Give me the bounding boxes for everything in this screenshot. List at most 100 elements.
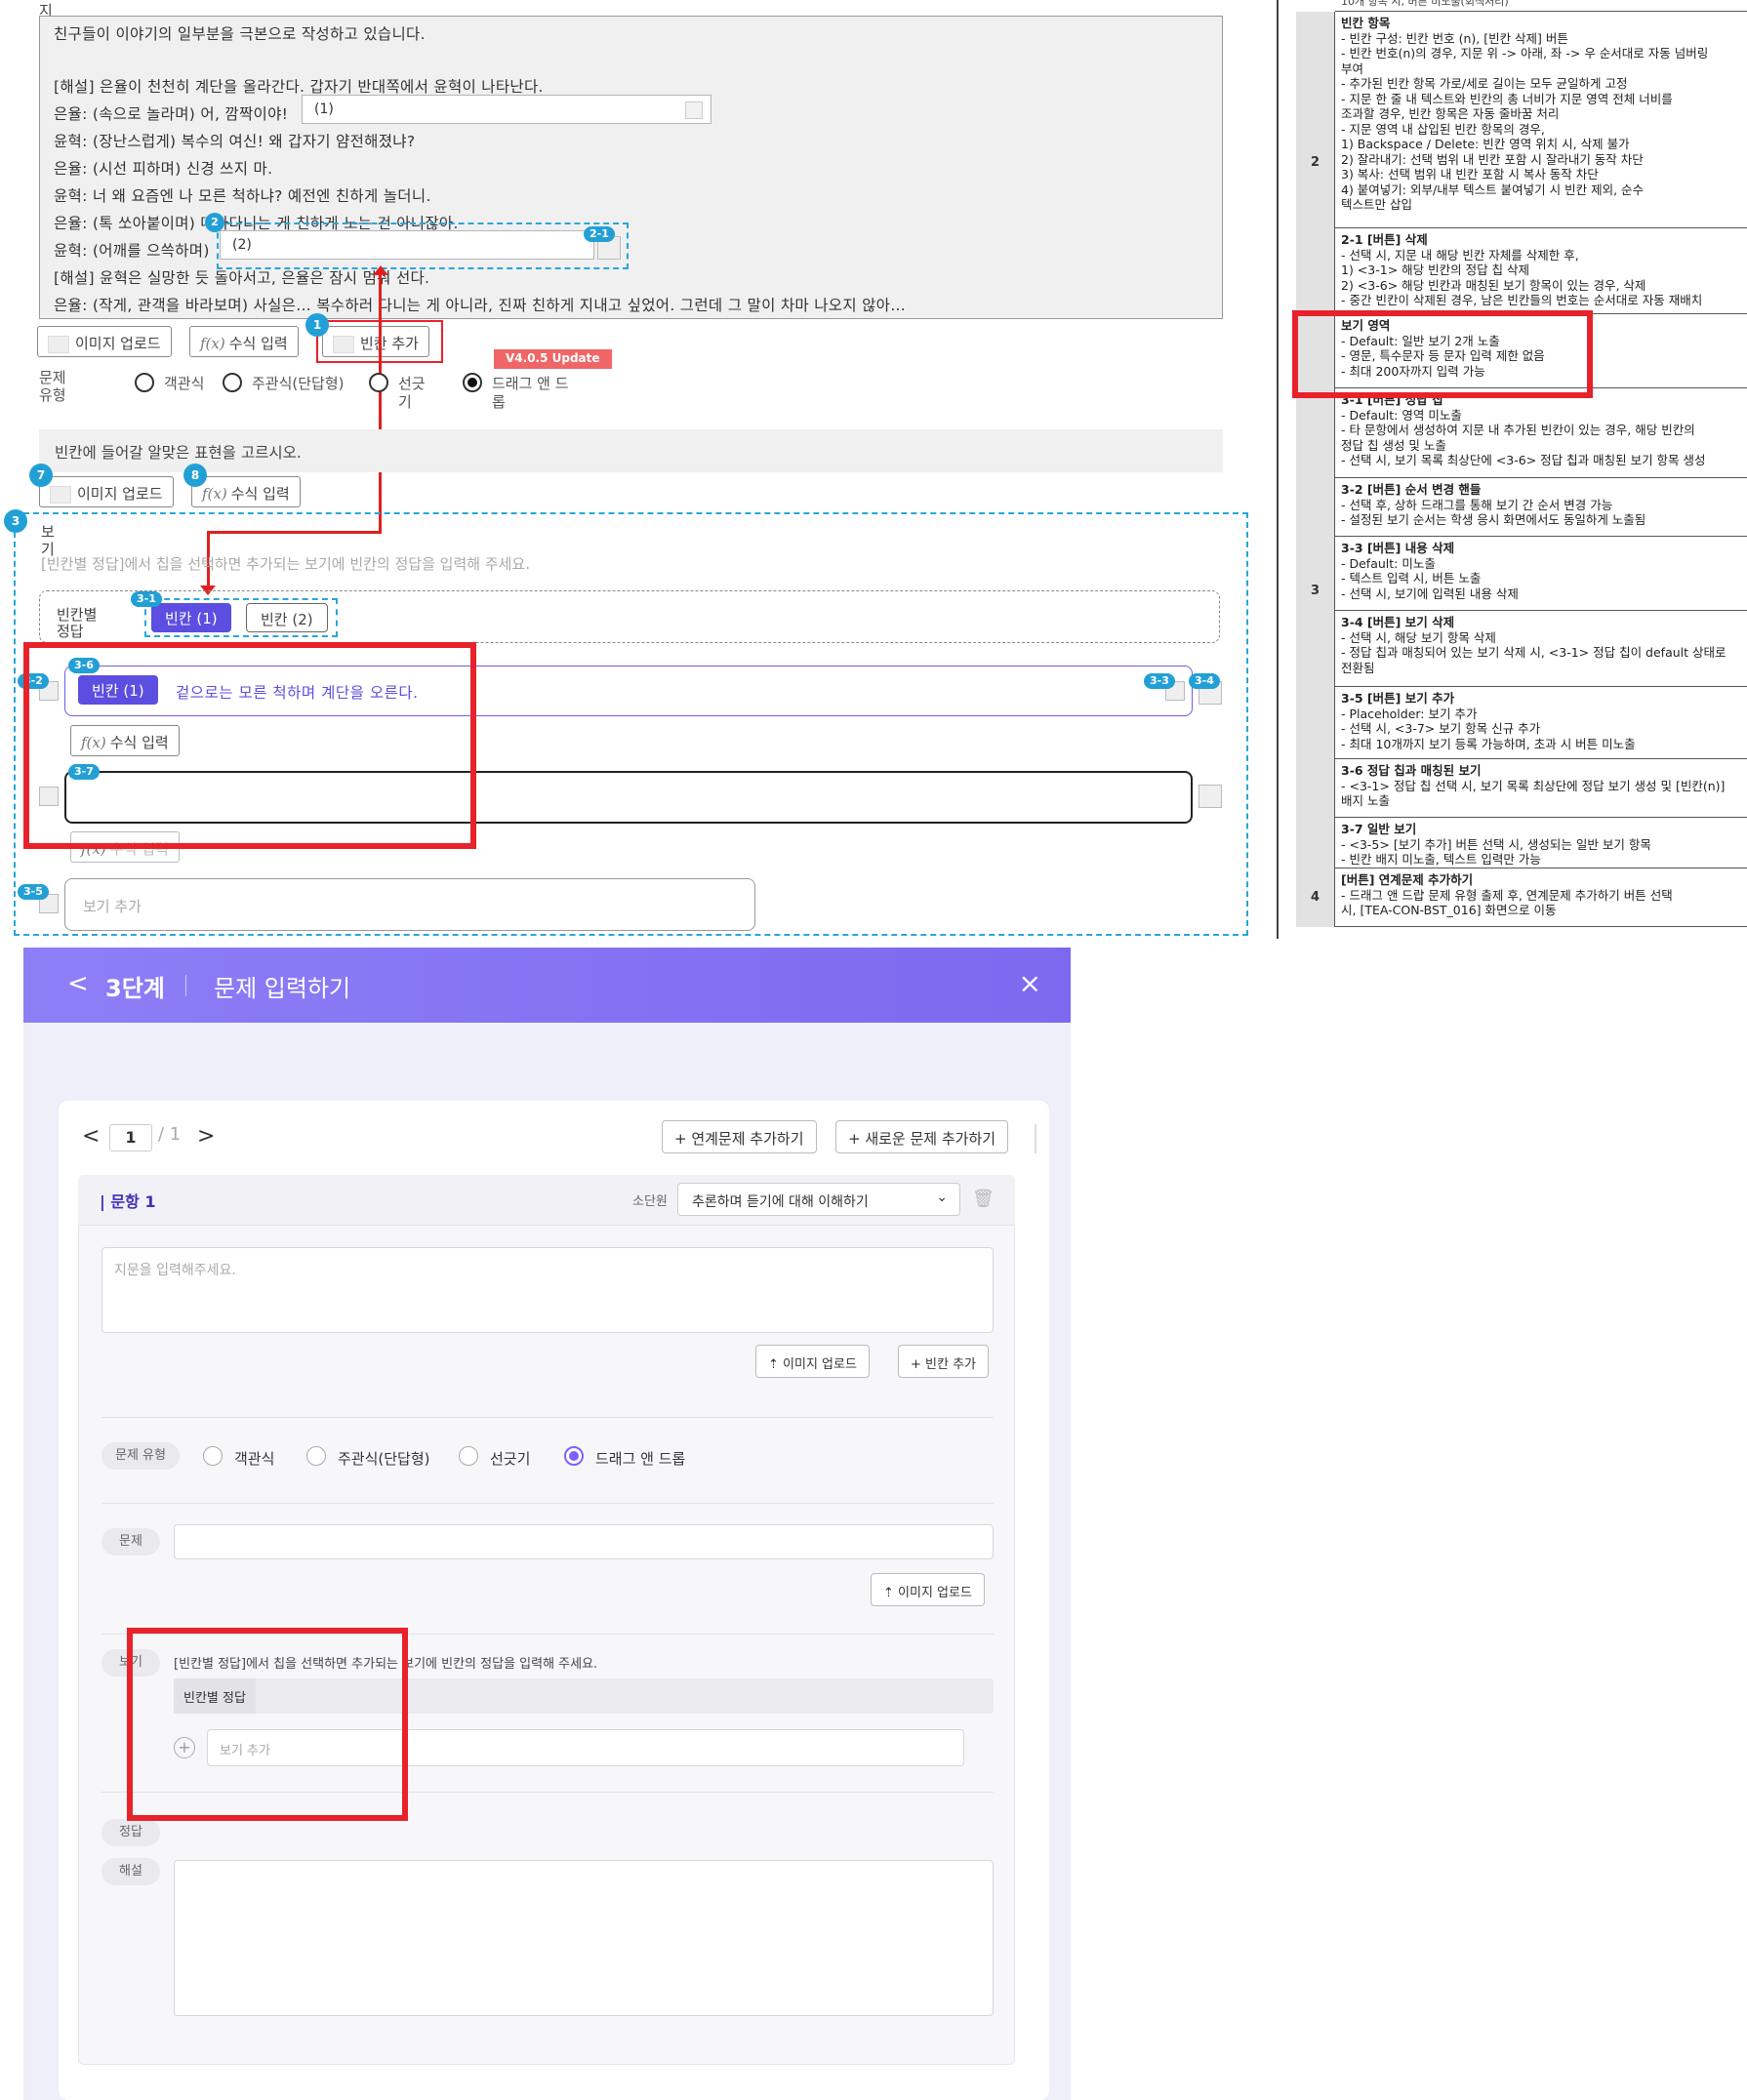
answer-chip-2[interactable]: 빈칸 (2) [246, 603, 328, 632]
answer-label: 정답 [102, 1819, 160, 1846]
formula-input-button[interactable]: f(x) 수식 입력 [191, 476, 301, 507]
scrollbar[interactable] [1035, 1124, 1036, 1153]
image-upload-button[interactable]: ⇡ 이미지 업로드 [755, 1345, 870, 1378]
annotation-badge: 8 [183, 464, 207, 487]
divider [102, 1417, 994, 1418]
qtype-option-label: 객관식 [164, 375, 205, 392]
per-blank-answer-label: 빈칸별 정답 [57, 606, 98, 640]
formula-icon: f(x) [200, 335, 225, 352]
image-icon [50, 485, 71, 504]
annotation-badge: 1 [305, 313, 329, 337]
sub-unit-label: 소단원 [632, 1194, 668, 1209]
passage-line: 윤혁: (어깨를 으쓱하며) [54, 242, 210, 260]
trash-icon[interactable]: 🗑 [972, 1189, 995, 1209]
annotation-badge: 3 [4, 509, 27, 533]
spec-cell-clear-content: 3-3 [버튼] 내용 삭제 - Default: 미노출 - 텍스트 입력 시… [1335, 537, 1747, 611]
question-input[interactable] [174, 1524, 994, 1559]
spec-row-number: 4 [1296, 868, 1335, 927]
spec-cell-delete-choice: 3-4 [버튼] 보기 삭제 - 선택 시, 해당 보기 항목 삭제 - 정답 … [1335, 611, 1747, 687]
spec-cell-add-linked: [버튼] 연계문제 추가하기 - 드래그 앤 드랍 문제 유형 출제 후, 연계… [1335, 868, 1747, 927]
passage-line: 은율: (시선 피하며) 신경 쓰지 마. [54, 160, 273, 178]
blank-item-1[interactable]: (1) [302, 95, 711, 124]
pager-prev-button[interactable]: < [82, 1124, 100, 1149]
qtype-option-label: 드래그 앤 드롭 [595, 1450, 686, 1468]
add-linked-question-button[interactable]: + 연계문제 추가하기 [662, 1120, 817, 1153]
back-button[interactable]: < [67, 969, 89, 998]
answer-chip-1[interactable]: 빈칸 (1) [151, 603, 231, 632]
question-text[interactable]: 빈칸에 들어갈 알맞은 표현을 고르시오. [39, 429, 1223, 472]
annotation-badge: 2-1 [584, 226, 615, 242]
passage-area[interactable]: 친구들이 이야기의 일부분을 극본으로 작성하고 있습니다. [해설] 은율이 … [39, 16, 1223, 319]
passage-line: 친구들이 이야기의 일부분을 극본으로 작성하고 있습니다. [54, 25, 426, 43]
divider [102, 1503, 994, 1504]
question-label: 문제 [102, 1528, 160, 1555]
qtype-radio-drag-drop[interactable] [564, 1446, 584, 1466]
annotation-badge: 3-4 [1189, 673, 1220, 689]
chevron-down-icon: ⌄ [936, 1190, 948, 1205]
qtype-option-label: 주관식(단답형) [252, 375, 345, 392]
annotation-badge: 3-3 [1144, 673, 1175, 689]
spec-cell-general-choice: 3-7 일반 보기 - <3-5> [보기 추가] 버튼 선택 시, 생성되는 … [1335, 818, 1747, 868]
page-title: 문제 입력하기 [214, 975, 351, 1002]
spec-cell-matched-choice: 3-6 정답 칩과 매칭된 보기 - <3-1> 정답 칩 선택 시, 보기 목… [1335, 759, 1747, 818]
qtype-option-label: 선긋기 [490, 1450, 531, 1468]
qtype-radio-short[interactable] [306, 1446, 326, 1466]
formula-input-button[interactable]: f(x) 수식 입력 [189, 326, 299, 357]
spec-cell-answer-chip: 3-1 [버튼] 정답 칩 - Default: 영역 미노출 - 타 문항에서… [1335, 388, 1747, 478]
qtype-option-label: 주관식(단답형) [338, 1450, 430, 1468]
add-choice-input[interactable]: 보기 추가 [64, 878, 755, 931]
sub-unit-select[interactable]: 추론하며 듣기에 대해 이해하기 ⌄ [677, 1183, 960, 1216]
spec-cell-blank-items: 빈칸 항목 - 빈칸 구성: 빈칸 번호 (n), [빈칸 삭제] 버튼 - 빈… [1335, 12, 1747, 228]
qtype-option-label: 드래그 앤 드롭 [492, 375, 569, 411]
qtype-radio-line[interactable] [369, 373, 388, 392]
connector-line [379, 271, 382, 533]
choice-hint: [빈칸별 정답]에서 칩을 선택하면 추가되는 보기에 빈칸의 정답을 입력해 … [41, 555, 530, 573]
passage-line: [해설] 은율이 천천히 계단을 올라간다. 갑자기 반대쪽에서 윤혁이 나타난… [54, 78, 544, 96]
formula-icon: f(x) [202, 485, 227, 503]
qtype-radio-line[interactable] [459, 1446, 478, 1466]
passage-line: 윤혁: 너 왜 요즘엔 나 모른 척하냐? 예전엔 친하게 놀더니. [54, 187, 431, 205]
add-blank-button[interactable]: + 빈칸 추가 [898, 1345, 989, 1378]
qtype-radio-drag-drop[interactable] [463, 373, 482, 392]
close-icon[interactable]: × [1019, 967, 1041, 999]
upload-icon: ⇡ [883, 1586, 899, 1600]
blank-checkbox[interactable] [685, 101, 703, 119]
annotation-badge: 7 [29, 464, 53, 487]
annotation-badge: 3-1 [131, 591, 162, 607]
delete-choice-button[interactable] [1199, 785, 1222, 808]
choices-red-highlight [23, 642, 476, 849]
question-type-label: 문제 유형 [39, 369, 66, 404]
arrow-up-icon [373, 265, 388, 275]
passage-line: 윤혁: (장난스럽게) 복수의 여신! 왜 갑자기 얌전해졌냐? [54, 133, 416, 150]
spec-top-cut: 10개 항목 시, 버튼 미노출(회색처리) [1335, 0, 1747, 12]
spec-cell-delete-button: 2-1 [버튼] 삭제 - 선택 시, 지문 내 해당 빈칸 자체를 삭제한 후… [1335, 228, 1747, 314]
add-new-question-button[interactable]: + 새로운 문제 추가하기 [835, 1120, 1009, 1153]
explanation-input[interactable] [174, 1860, 994, 2016]
spec-cell-add-choice: 3-5 [버튼] 보기 추가 - Placeholder: 보기 추가 - 선택… [1335, 687, 1747, 759]
spec-cell-order-handle: 3-2 [버튼] 순서 변경 핸들 - 선택 후, 상하 드래그를 통해 보기 … [1335, 478, 1747, 537]
passage-line: 은율: (작게, 관객을 바라보며) 사실은… 복수하러 다니는 게 아니라, … [54, 297, 907, 314]
image-upload-button[interactable]: 이미지 업로드 [37, 326, 172, 357]
qtype-option-label: 선긋기 [398, 375, 426, 411]
explanation-label: 해설 [102, 1858, 160, 1885]
qtype-radio-short[interactable] [223, 373, 242, 392]
pager-current-input[interactable]: 1 [109, 1124, 152, 1151]
spec-row-number: 2 [1296, 12, 1335, 314]
app-choices-red-highlight [127, 1628, 408, 1821]
passage-input[interactable]: 지문을 입력해주세요. [102, 1247, 994, 1333]
image-upload-button[interactable]: 이미지 업로드 [39, 476, 174, 507]
image-upload-button[interactable]: ⇡ 이미지 업로드 [871, 1573, 985, 1606]
pager-next-button[interactable]: > [197, 1124, 215, 1149]
pager-total: / 1 [158, 1124, 182, 1145]
passage-line: 은율: (속으로 놀라며) 어, 깜짝이야! [54, 105, 289, 123]
step-label: 3단계 [105, 975, 165, 1002]
qtype-radio-multiple[interactable] [203, 1446, 223, 1466]
annotation-badge: 2 [205, 213, 224, 232]
qtype-option-label: 객관식 [234, 1450, 275, 1468]
spec-table: 10개 항목 시, 버튼 미노출(회색처리) 2 빈칸 항목 - 빈칸 구성: … [1277, 0, 1747, 939]
blank-2-highlight [217, 222, 629, 269]
qtype-radio-multiple[interactable] [135, 373, 154, 392]
question-type-label: 문제 유형 [102, 1442, 180, 1470]
spec-red-highlight [1292, 310, 1593, 398]
annotation-badge: 3-5 [18, 884, 49, 900]
